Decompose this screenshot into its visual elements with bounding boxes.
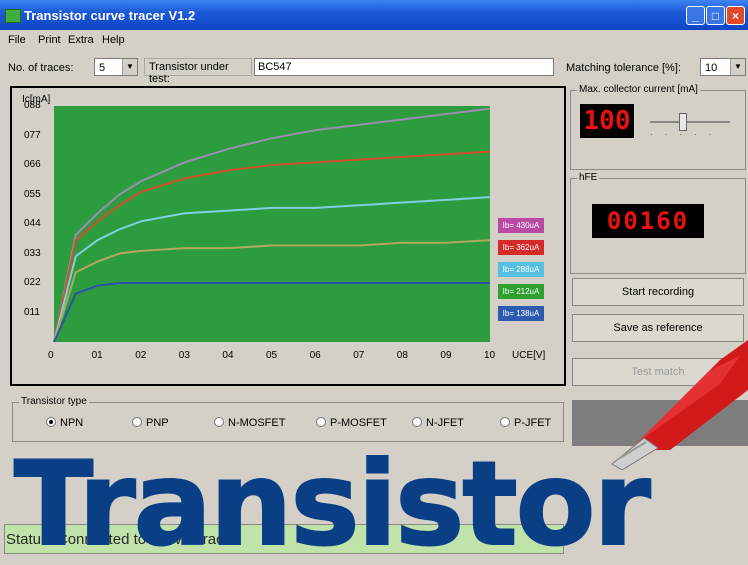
x-tick-label: 05 (266, 350, 278, 361)
current-slider-track[interactable] (650, 121, 730, 123)
legend-item: Ib= 362uA (498, 240, 544, 255)
menu-file[interactable]: File (8, 34, 26, 46)
x-axis-label: UCE[V] (512, 350, 546, 361)
headline-text: Transistor (13, 446, 652, 565)
radio-label: P-JFET (514, 417, 552, 429)
radio-dot (316, 417, 326, 428)
x-tick-label: 08 (396, 350, 408, 361)
traces-label: No. of traces: (8, 62, 74, 74)
menu-help[interactable]: Help (102, 34, 125, 46)
x-tick-label: 01 (91, 350, 103, 361)
y-tick-label: 033 (24, 247, 41, 259)
radio-npn[interactable]: NPN (46, 417, 83, 429)
y-tick-label: 022 (24, 277, 41, 288)
menu-bar: File Print Extra Help (0, 30, 748, 50)
tolerance-select[interactable]: 10 ▼ (700, 58, 746, 76)
minimize-button[interactable]: _ (686, 6, 705, 25)
radio-dot (412, 417, 422, 428)
radio-dot (214, 417, 224, 428)
x-tick-label: 03 (178, 350, 190, 361)
close-button[interactable]: × (726, 6, 745, 25)
tolerance-label: Matching tolerance [%]: (566, 62, 681, 74)
radio-label: PNP (146, 417, 169, 429)
x-tick-label: 07 (353, 350, 365, 361)
radio-dot (46, 417, 56, 428)
plot-area (54, 106, 490, 342)
probe-clip-icon (611, 340, 748, 470)
traces-select[interactable]: 5 ▼ (94, 58, 138, 76)
radio-dot (132, 417, 142, 428)
title-bar: Transistor curve tracer V1.2 _ □ × (0, 0, 748, 30)
x-tick-label: 0 (48, 350, 54, 361)
legend-item: Ib= 138uA (498, 306, 544, 321)
window-title: Transistor curve tracer V1.2 (24, 8, 196, 23)
radio-p-mosfet[interactable]: P-MOSFET (316, 417, 387, 429)
y-tick-label: 044 (24, 218, 41, 229)
y-tick-label: 066 (24, 159, 41, 170)
legend-item: Ib= 212uA (498, 284, 544, 299)
radio-n-jfet[interactable]: N-JFET (412, 417, 464, 429)
radio-label: P-MOSFET (330, 417, 387, 429)
hfe-display: 00160 (592, 204, 704, 238)
menu-print[interactable]: Print (38, 34, 61, 46)
tolerance-value: 10 (705, 62, 718, 74)
legend-item: Ib= 288uA (498, 262, 544, 277)
x-tick-label: 04 (222, 350, 234, 361)
radio-label: N-JFET (426, 417, 464, 429)
legend-item: Ib= 430uA (498, 218, 544, 233)
traces-value: 5 (99, 62, 106, 74)
chevron-down-icon: ▼ (730, 59, 745, 75)
x-tick-label: 02 (135, 350, 147, 361)
x-tick-label: 09 (440, 350, 452, 361)
start-recording-button[interactable]: Start recording (572, 278, 744, 306)
chevron-down-icon: ▼ (122, 59, 137, 75)
radio-n-mosfet[interactable]: N-MOSFET (214, 417, 285, 429)
app-icon (5, 9, 21, 23)
transistor-type-title: Transistor type (19, 396, 89, 407)
transistor-label-box: Transistor under test: (144, 58, 252, 85)
slider-ticks: ····· (650, 130, 724, 139)
menu-extra[interactable]: Extra (68, 34, 94, 46)
radio-dot (500, 417, 510, 428)
maximize-button[interactable]: □ (706, 6, 725, 25)
max-current-display: 100 (580, 104, 634, 138)
transistor-input[interactable] (254, 58, 554, 76)
x-tick-label: 10 (484, 350, 496, 361)
radio-label: N-MOSFET (228, 417, 286, 429)
y-tick-label: 088 (24, 100, 41, 111)
y-tick-label: 011 (24, 306, 40, 318)
x-tick-label: 06 (309, 350, 321, 361)
radio-label: NPN (60, 417, 84, 429)
radio-p-jfet[interactable]: P-JFET (500, 417, 551, 429)
transistor-label: Transistor under test: (149, 61, 229, 85)
hfe-title: hFE (577, 172, 600, 183)
transistor-type-group: Transistor type (12, 396, 564, 442)
y-tick-label: 055 (24, 188, 41, 200)
y-tick-label: 077 (24, 129, 41, 141)
current-slider-thumb[interactable] (679, 113, 687, 131)
radio-pnp[interactable]: PNP (132, 417, 169, 429)
max-current-title: Max. collector current [mA] (577, 84, 700, 95)
